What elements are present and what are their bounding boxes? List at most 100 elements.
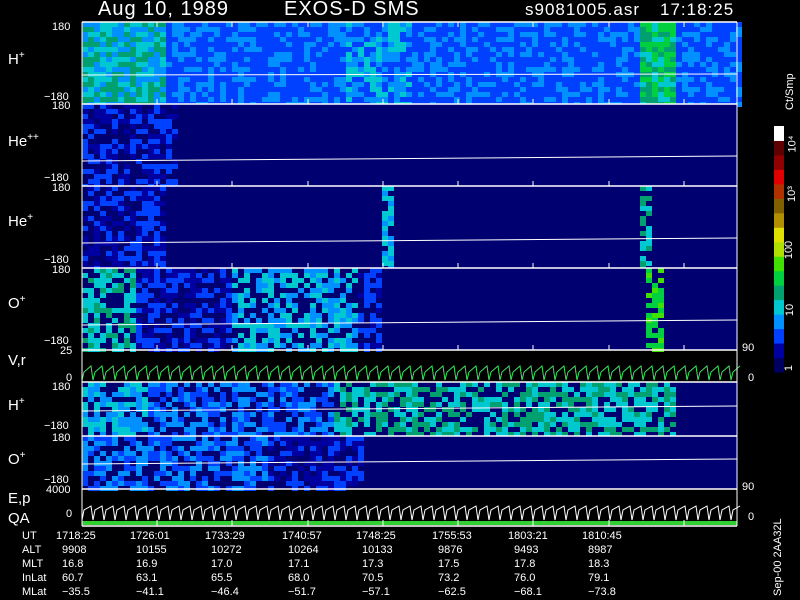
heatmap-cell — [310, 37, 316, 42]
heatmap-cell — [124, 129, 130, 134]
heatmap-cell — [238, 293, 244, 298]
heatmap-cell — [124, 82, 130, 87]
heatmap-cell — [658, 338, 664, 343]
heatmap-cell — [184, 32, 190, 37]
heatmap-cell — [172, 52, 178, 57]
heatmap-cell — [154, 392, 160, 397]
heatmap-cell — [592, 82, 598, 87]
heatmap-cell — [304, 417, 310, 422]
heatmap-cell — [508, 67, 514, 72]
heatmap-cell — [472, 57, 478, 62]
heatmap-cell — [352, 392, 358, 397]
heatmap-cell — [172, 37, 178, 42]
heatmap-cell — [514, 87, 520, 92]
heatmap-cell — [352, 278, 358, 283]
heatmap-cell — [406, 57, 412, 62]
heatmap-cell — [274, 67, 280, 72]
heatmap-cell — [442, 57, 448, 62]
heatmap-cell — [730, 77, 736, 82]
heatmap-cell — [238, 52, 244, 57]
heatmap-cell — [460, 392, 466, 397]
heatmap-cell — [202, 92, 208, 97]
heatmap-cell — [520, 397, 526, 402]
heatmap-cell — [448, 427, 454, 432]
heatmap-cell — [142, 273, 148, 278]
heatmap-cell — [550, 57, 556, 62]
heatmap-cell — [148, 221, 154, 226]
heatmap-cell — [388, 77, 394, 82]
heatmap-cell — [436, 82, 442, 87]
heatmap-cell — [172, 159, 178, 164]
heatmap-cell — [400, 422, 406, 427]
heatmap-cell — [460, 427, 466, 432]
heatmap-cell — [694, 92, 700, 97]
heatmap-cell — [82, 273, 88, 278]
heatmap-cell — [268, 97, 274, 102]
heatmap-cell — [262, 62, 268, 67]
heatmap-cell — [604, 417, 610, 422]
heatmap-cell — [538, 427, 544, 432]
heatmap-cell — [628, 82, 634, 87]
heatmap-panel-2 — [81, 186, 738, 271]
heatmap-cell — [148, 201, 154, 206]
heatmap-cell — [190, 42, 196, 47]
heatmap-cell — [298, 288, 304, 293]
heatmap-cell — [730, 42, 736, 47]
heatmap-cell — [118, 57, 124, 62]
heatmap-cell — [298, 466, 304, 471]
heatmap-cell — [274, 308, 280, 313]
heatmap-cell — [382, 231, 388, 236]
heatmap-cell — [100, 201, 106, 206]
heatmap-cell — [406, 27, 412, 32]
heatmap-cell — [160, 37, 166, 42]
heatmap-cell — [628, 47, 634, 52]
heatmap-cell — [304, 273, 310, 278]
heatmap-cell — [652, 77, 658, 82]
heatmap-cell — [400, 57, 406, 62]
heatmap-cell — [82, 446, 88, 451]
ytick-top: 4000 — [46, 484, 71, 496]
heatmap-cell — [490, 57, 496, 62]
heatmap-cell — [226, 82, 232, 87]
heatmap-cell — [400, 27, 406, 32]
panel-label-h-plus-lower: H+ — [8, 396, 25, 414]
heatmap-cell — [106, 251, 112, 256]
heatmap-cell — [562, 417, 568, 422]
heatmap-cell — [202, 328, 208, 333]
heatmap-cell — [448, 42, 454, 47]
heatmap-cell — [172, 32, 178, 37]
heatmap-cell — [286, 47, 292, 52]
heatmap-cell — [604, 67, 610, 72]
heatmap-cell — [220, 308, 226, 313]
heatmap-cell — [112, 318, 118, 323]
heatmap-cell — [532, 52, 538, 57]
heatmap-cell — [658, 47, 664, 52]
heatmap-cell — [436, 92, 442, 97]
heatmap-cell — [106, 32, 112, 37]
heatmap-cell — [160, 303, 166, 308]
heatmap-cell — [724, 87, 730, 92]
heatmap-cell — [250, 466, 256, 471]
heatmap-cell — [220, 62, 226, 67]
heatmap-cell — [544, 27, 550, 32]
heatmap-cell — [658, 27, 664, 32]
heatmap-cell — [730, 37, 736, 42]
heatmap-cell — [280, 422, 286, 427]
heatmap-cell — [184, 42, 190, 47]
heatmap-cell — [160, 456, 166, 461]
heatmap-cell — [178, 397, 184, 402]
heatmap-cell — [250, 412, 256, 417]
heatmap-cell — [106, 97, 112, 102]
heatmap-cell — [238, 456, 244, 461]
heatmap-cell — [346, 476, 352, 481]
heatmap-cell — [544, 402, 550, 407]
heatmap-cell — [172, 476, 178, 481]
heatmap-cell — [730, 87, 736, 92]
heatmap-cell — [112, 427, 118, 432]
heatmap-cell — [604, 32, 610, 37]
heatmap-cell — [610, 422, 616, 427]
heatmap-cell — [478, 57, 484, 62]
heatmap-cell — [178, 422, 184, 427]
heatmap-cell — [310, 47, 316, 52]
heatmap-cell — [142, 164, 148, 169]
